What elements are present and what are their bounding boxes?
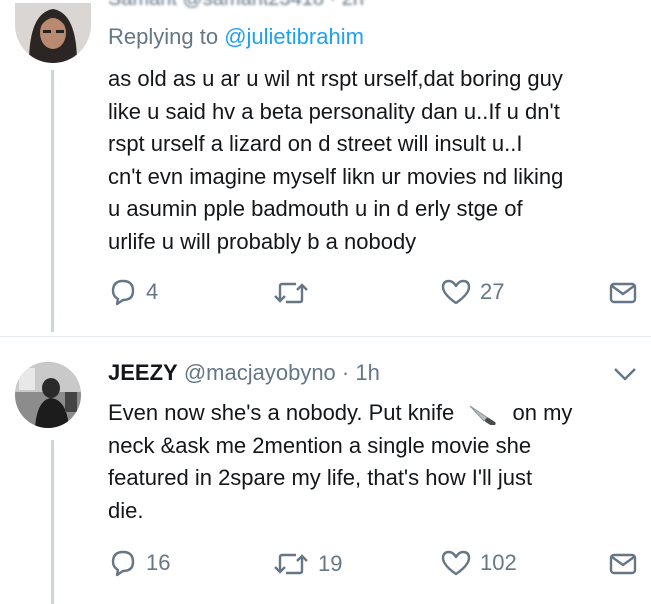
retweet-button[interactable]	[272, 280, 318, 306]
tweet-text-line: u asumin pple badmouth u in d erly stge …	[108, 196, 523, 221]
replying-handle-link[interactable]: @julietibrahim	[224, 24, 364, 49]
tweet-text-line: die.	[108, 497, 144, 523]
avatar[interactable]	[15, 3, 91, 63]
message-button[interactable]	[608, 551, 638, 577]
tweet-text: as old as u ar u wil nt rspt urself,dat …	[108, 63, 563, 258]
cut-off-header: Samant @samant23418 · 2h	[108, 0, 364, 11]
like-button[interactable]: 27	[440, 278, 504, 306]
tweet-text-line: Even now she's a nobody. Put knife on my	[108, 397, 572, 430]
avatar[interactable]	[15, 362, 81, 428]
retweet-icon	[272, 280, 310, 306]
user-handle[interactable]: @macjayobyno	[184, 360, 336, 385]
replying-prefix: Replying to	[108, 24, 219, 49]
reply-count: 16	[146, 550, 171, 575]
tweet-text-line: neck &ask me 2mention a single movie she	[108, 432, 532, 458]
retweet-count: 19	[318, 551, 343, 576]
like-count: 27	[480, 279, 505, 304]
thread-line	[51, 440, 54, 604]
reply-button[interactable]: 16	[108, 549, 170, 577]
thread-line	[51, 70, 54, 332]
tweet-text-line-end: on my	[512, 400, 573, 425]
like-icon	[440, 278, 472, 306]
message-icon	[608, 280, 638, 306]
tweet-text: Even now she's a nobody. Put knife on my…	[108, 397, 572, 527]
tweet-divider	[0, 336, 651, 337]
tweet-text-line: like u said hv a beta personality dan u.…	[108, 98, 560, 124]
like-count: 102	[480, 550, 517, 575]
display-name[interactable]: JEEZY	[108, 360, 178, 385]
chevron-down-icon[interactable]	[612, 366, 638, 382]
retweet-button[interactable]: 19	[272, 551, 342, 577]
reply-count: 4	[146, 279, 159, 304]
timestamp[interactable]: · 1h	[342, 360, 380, 385]
tweet-header: JEEZY @macjayobyno · 1h	[108, 360, 380, 386]
tweet-text-line: featured in 2spare my life, that's how I…	[108, 465, 533, 490]
tweet-text-line: urlife u will probably b a nobody	[108, 228, 417, 254]
retweet-icon	[272, 551, 310, 577]
like-icon	[440, 549, 472, 577]
reply-icon	[108, 278, 138, 306]
tweet-text-line: cn't evn imagine myself likn ur movies n…	[108, 163, 564, 189]
like-button[interactable]: 102	[440, 549, 517, 577]
tweet-text-line: as old as u ar u wil nt rspt urself,dat …	[108, 66, 563, 91]
reply-button[interactable]: 4	[108, 278, 158, 306]
replying-to: Replying to @julietibrahim	[108, 24, 364, 50]
message-icon	[608, 551, 638, 577]
tweet-text-line-start: Even now she's a nobody. Put knife	[108, 400, 455, 425]
message-button[interactable]	[608, 280, 638, 306]
reply-icon	[108, 549, 138, 577]
tweet-text-line: rspt urself a lizard on d street will in…	[108, 131, 523, 156]
knife-emoji-icon	[466, 403, 500, 426]
